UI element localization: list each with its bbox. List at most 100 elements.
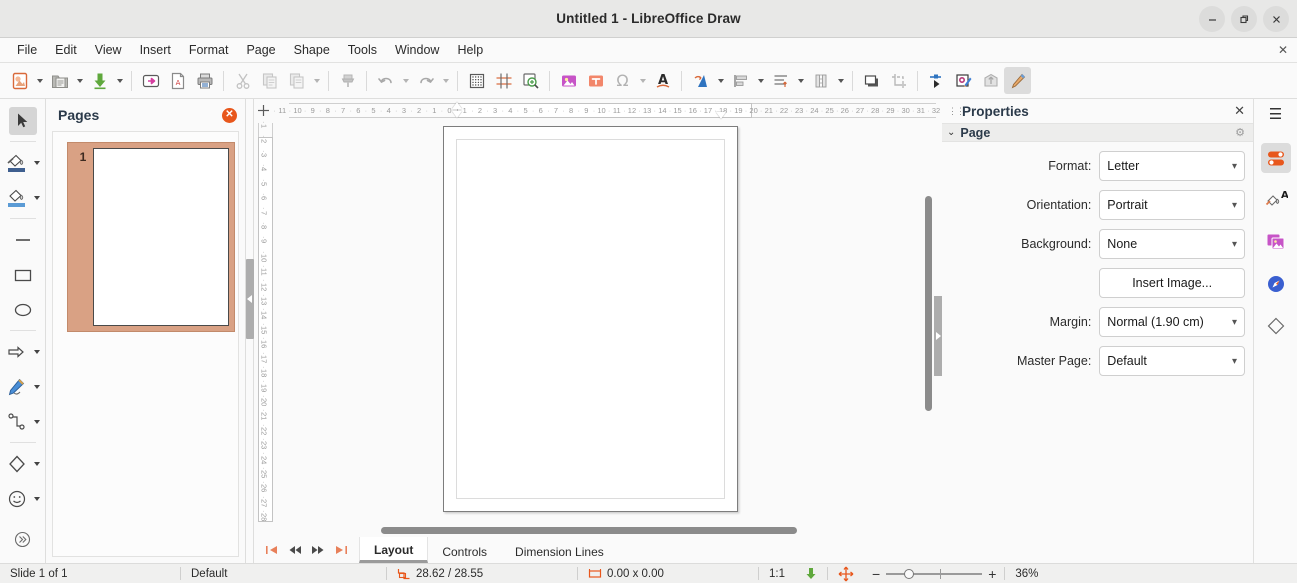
symbol-shapes-dropdown[interactable] <box>31 497 43 501</box>
open-document-dropdown[interactable] <box>73 67 86 94</box>
pages-splitter[interactable] <box>246 99 254 563</box>
first-page-button[interactable] <box>264 542 280 558</box>
copy-icon[interactable] <box>256 67 283 94</box>
filter-icon[interactable] <box>923 67 950 94</box>
display-grid-icon[interactable] <box>463 67 490 94</box>
minimize-button[interactable] <box>1199 6 1225 32</box>
master-page-select[interactable]: Default ▾ <box>1099 346 1245 376</box>
export-pdf-icon[interactable]: A <box>164 67 191 94</box>
clone-formatting-icon[interactable] <box>334 67 361 94</box>
close-document-icon[interactable]: ✕ <box>1278 43 1288 57</box>
chevron-down-icon[interactable]: ⌄ <box>947 127 955 138</box>
lines-and-arrows-tool[interactable] <box>3 338 31 366</box>
paste-icon[interactable] <box>283 67 310 94</box>
gallery-deck-icon[interactable] <box>1261 227 1291 257</box>
previous-page-button[interactable] <box>287 542 303 558</box>
transformations-icon[interactable] <box>687 67 714 94</box>
horizontal-ruler[interactable]: · 11 · 10 · 9 · 8 · 7 · 6 · 5 · 4 · 3 · 2 · 1 · 0 · 1 · 2 · 3 · 4 · 5 · 6 · 7… <box>273 99 942 121</box>
connectors-dropdown[interactable] <box>31 420 43 424</box>
hruler-left-margin-marker[interactable] <box>452 102 463 118</box>
zoom-slider-knob[interactable] <box>904 568 915 579</box>
styles-deck-icon[interactable]: A <box>1261 185 1291 215</box>
layer-tab-controls[interactable]: Controls <box>428 537 501 563</box>
menu-format[interactable]: Format <box>180 40 238 60</box>
menu-page[interactable]: Page <box>237 40 284 60</box>
horizontal-scrollbar-thumb[interactable] <box>381 527 797 534</box>
menu-file[interactable]: File <box>8 40 46 60</box>
insert-text-box-icon[interactable] <box>582 67 609 94</box>
more-tools-icon[interactable] <box>9 526 37 554</box>
zoom-slider[interactable]: − + <box>864 567 1004 581</box>
insert-line-tool[interactable] <box>9 226 37 254</box>
drawing-canvas[interactable] <box>273 121 923 524</box>
layer-tab-layout[interactable]: Layout <box>359 537 429 563</box>
zoom-icon[interactable] <box>517 67 544 94</box>
horizontal-scrollbar[interactable] <box>273 524 942 537</box>
menu-window[interactable]: Window <box>386 40 448 60</box>
page-margin-select[interactable]: Normal (1.90 cm) ▾ <box>1099 307 1245 337</box>
rectangle-tool[interactable] <box>9 261 37 289</box>
save-dropdown[interactable] <box>113 67 126 94</box>
align-objects-dropdown[interactable] <box>754 67 767 94</box>
navigator-deck-icon[interactable] <box>1261 269 1291 299</box>
menu-edit[interactable]: Edit <box>46 40 86 60</box>
next-page-button[interactable] <box>310 542 326 558</box>
align-objects-icon[interactable] <box>727 67 754 94</box>
helplines-icon[interactable] <box>490 67 517 94</box>
save-status-icon[interactable] <box>795 564 827 583</box>
paste-dropdown[interactable] <box>310 67 323 94</box>
undo-icon[interactable] <box>372 67 399 94</box>
sidebar-close-icon[interactable]: ✕ <box>1234 103 1245 119</box>
symbol-shapes-tool[interactable] <box>3 485 31 513</box>
show-draw-functions-icon[interactable] <box>950 67 977 94</box>
ellipse-tool[interactable] <box>9 296 37 324</box>
gear-icon[interactable]: ⚙ <box>1235 126 1245 139</box>
zoom-out-button[interactable]: − <box>872 567 880 581</box>
pages-splitter-grip[interactable] <box>246 259 254 339</box>
arrange-icon[interactable] <box>767 67 794 94</box>
hruler-right-margin-marker[interactable] <box>716 102 727 119</box>
page-thumbnail-1[interactable]: 1 <box>67 142 235 332</box>
vertical-scrollbar[interactable] <box>923 121 934 524</box>
curves-and-polygons-tool[interactable] <box>3 373 31 401</box>
close-button[interactable] <box>1263 6 1289 32</box>
shapes-deck-icon[interactable] <box>1261 311 1291 341</box>
page-format-select[interactable]: Letter ▾ <box>1099 151 1245 181</box>
crop-image-icon[interactable] <box>885 67 912 94</box>
connectors-tool[interactable] <box>3 408 31 436</box>
layer-tab-dimension-lines[interactable]: Dimension Lines <box>501 537 618 563</box>
fit-page-icon[interactable] <box>828 564 864 583</box>
properties-deck-icon[interactable] <box>1260 143 1291 173</box>
zoom-slider-track[interactable] <box>886 568 983 579</box>
fill-color-dropdown[interactable] <box>31 161 43 165</box>
cut-icon[interactable] <box>229 67 256 94</box>
insert-image-icon[interactable] <box>555 67 582 94</box>
sidebar-settings-icon[interactable]: ☰ <box>1269 105 1282 123</box>
sidebar-drag-grip[interactable]: ⋮⋮ <box>948 106 965 115</box>
insert-special-character-icon[interactable]: Ω <box>609 67 636 94</box>
sidebar-splitter-grip[interactable] <box>934 296 942 376</box>
zoom-in-button[interactable]: + <box>988 567 996 581</box>
basic-shapes-tool[interactable] <box>3 450 31 478</box>
select-tool[interactable] <box>8 106 37 135</box>
maximize-button[interactable] <box>1231 6 1257 32</box>
page-panel-header[interactable]: ⌄ Page ⚙ <box>942 123 1253 142</box>
basic-shapes-dropdown[interactable] <box>31 462 43 466</box>
transformations-dropdown[interactable] <box>714 67 727 94</box>
line-color-tool[interactable] <box>3 184 31 212</box>
close-icon[interactable]: ✕ <box>222 107 237 123</box>
print-icon[interactable] <box>191 67 218 94</box>
menu-shape[interactable]: Shape <box>285 40 339 60</box>
save-icon[interactable] <box>86 67 113 94</box>
vertical-ruler[interactable]: · 1 · 2 · 3 · 4 · 5 · 6 · 7 · 8 · 9 · 10 · 11 · 12 · 13 · 14 · 15 · 16 ·… <box>254 121 273 524</box>
fill-color-tool[interactable] <box>3 149 31 177</box>
last-page-button[interactable] <box>333 542 349 558</box>
ruler-corner-icon[interactable] <box>254 99 273 121</box>
vertical-scrollbar-thumb[interactable] <box>925 196 932 411</box>
page-background-select[interactable]: None ▾ <box>1099 229 1245 259</box>
line-color-dropdown[interactable] <box>31 196 43 200</box>
shadow-icon[interactable] <box>858 67 885 94</box>
pages-list[interactable]: 1 <box>52 131 239 557</box>
new-document-icon[interactable] <box>6 67 33 94</box>
distribute-selection-icon[interactable] <box>807 67 834 94</box>
